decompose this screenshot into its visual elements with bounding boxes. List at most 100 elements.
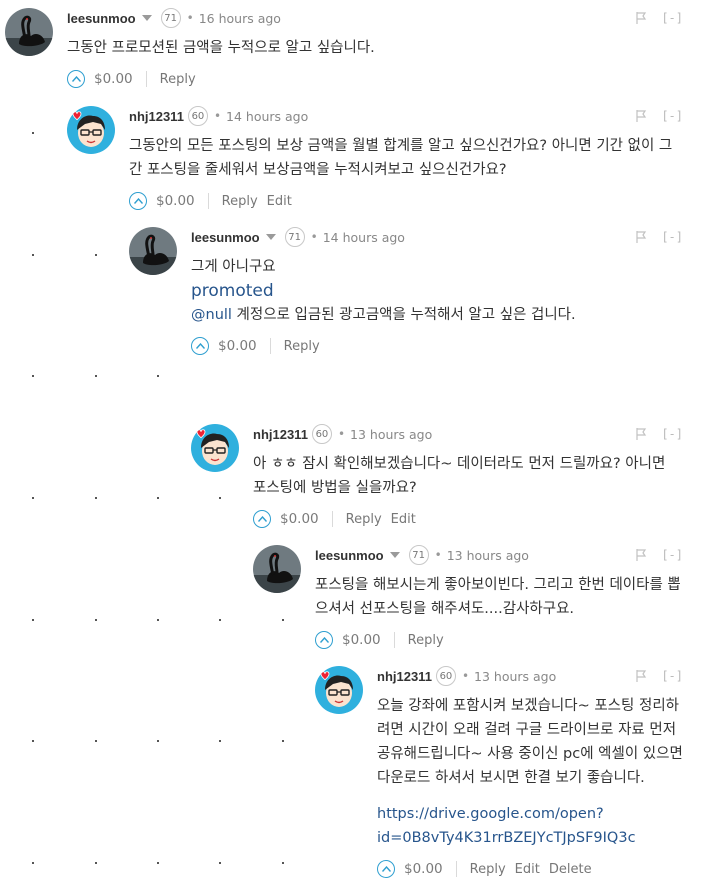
- comment-footer: $0.00 Reply: [191, 335, 683, 357]
- flag-icon[interactable]: [636, 12, 647, 24]
- comment-paragraph: 아 ㅎㅎ 잠시 확인해보겠습니다~ 데이터라도 먼저 드릴까요? 아니면 포스팅…: [253, 456, 666, 496]
- divider: [331, 511, 333, 527]
- author-name[interactable]: leesunmoo: [191, 230, 260, 245]
- timestamp[interactable]: 13 hours ago: [350, 427, 432, 442]
- separator-dot: •: [434, 548, 442, 562]
- timestamp[interactable]: 13 hours ago: [474, 669, 556, 684]
- comment-footer: $0.00 Reply: [67, 68, 683, 90]
- black-swan-avatar-icon: [5, 8, 53, 56]
- flag-icon[interactable]: [636, 549, 647, 561]
- separator-dot: •: [337, 427, 346, 441]
- caret-down-icon[interactable]: [389, 552, 400, 558]
- timestamp[interactable]: 14 hours ago: [323, 230, 405, 245]
- comment-body: leesunmoo 71 • 16 hours ago [-] 그동안 프로모션…: [67, 8, 683, 90]
- mention-text: 계정으로 입금된 광고금액을 누적해서 알고 싶은 겁니다.: [231, 307, 576, 323]
- separator-dot: •: [461, 669, 470, 683]
- payout-value[interactable]: $0.00: [94, 71, 133, 87]
- upvote-icon[interactable]: [253, 510, 271, 528]
- avatar[interactable]: [129, 227, 177, 275]
- reply-link[interactable]: Reply: [160, 72, 196, 87]
- upvote-icon[interactable]: [129, 192, 147, 210]
- comment-paragraph: @null 계정으로 입금된 광고금액을 누적해서 알고 싶은 겁니다.: [191, 303, 683, 327]
- author-name[interactable]: leesunmoo: [67, 11, 136, 26]
- avatar[interactable]: [315, 666, 363, 714]
- timestamp[interactable]: 14 hours ago: [226, 109, 308, 124]
- collapse-toggle[interactable]: [-]: [661, 548, 683, 562]
- comment-header-actions: [-]: [636, 8, 683, 28]
- divider: [269, 338, 271, 354]
- comment-paragraph: 그동안 프로모션된 금액을 누적으로 알고 싶습니다.: [67, 40, 375, 56]
- flag-icon[interactable]: [636, 110, 647, 122]
- delete-link[interactable]: Delete: [549, 862, 592, 877]
- payout-value[interactable]: $0.00: [218, 338, 257, 354]
- drive-link-line-1[interactable]: https://drive.google.com/open?: [377, 806, 604, 822]
- comment-text: 아 ㅎㅎ 잠시 확인해보겠습니다~ 데이터라도 먼저 드릴까요? 아니면 포스팅…: [253, 452, 683, 500]
- collapse-toggle[interactable]: [-]: [661, 669, 683, 683]
- comment-footer: $0.00 Reply: [315, 629, 683, 651]
- separator-dot: •: [310, 230, 318, 244]
- reputation-badge: 71: [284, 227, 305, 247]
- comment-header: nhj12311 60 • 13 hours ago: [253, 424, 683, 444]
- upvote-icon[interactable]: [67, 70, 85, 88]
- timestamp[interactable]: 13 hours ago: [447, 548, 529, 563]
- reputation-badge: 71: [160, 8, 181, 28]
- comment-header: leesunmoo 71 • 14 hours ago: [191, 227, 683, 247]
- payout-value[interactable]: $0.00: [280, 511, 319, 527]
- comment-footer: $0.00 Reply Edit: [253, 508, 683, 530]
- comment-header: leesunmoo 71 • 16 hours ago: [67, 8, 683, 28]
- reply-link[interactable]: Reply: [284, 339, 320, 354]
- reply-link[interactable]: Reply: [346, 512, 382, 527]
- avatar[interactable]: [5, 8, 53, 56]
- author-name[interactable]: leesunmoo: [315, 548, 384, 563]
- comment-header-actions: [-]: [636, 424, 683, 444]
- avatar[interactable]: [253, 545, 301, 593]
- collapse-toggle[interactable]: [-]: [661, 427, 683, 441]
- avatar[interactable]: [191, 424, 239, 472]
- author-name[interactable]: nhj12311: [253, 427, 308, 442]
- avatar[interactable]: [67, 106, 115, 154]
- comment-header-actions: [-]: [636, 666, 683, 686]
- user-mention-link[interactable]: @null: [191, 307, 232, 323]
- reputation-badge: 60: [311, 424, 332, 444]
- upvote-icon[interactable]: [315, 631, 333, 649]
- divider: [145, 71, 147, 87]
- collapse-toggle[interactable]: [-]: [661, 11, 683, 25]
- author-name[interactable]: nhj12311: [129, 109, 184, 124]
- collapse-toggle[interactable]: [-]: [661, 109, 683, 123]
- separator-dot: •: [186, 11, 194, 25]
- drive-link-line-2[interactable]: id=0B8vTy4K31rrBZEJYcTJpSF9IQ3c: [377, 830, 636, 846]
- payout-value[interactable]: $0.00: [156, 193, 195, 209]
- flag-icon[interactable]: [636, 670, 647, 682]
- black-swan-avatar-icon: [129, 227, 177, 275]
- comment-header-actions: [-]: [636, 545, 683, 565]
- cartoon-boy-avatar-icon: [315, 666, 363, 714]
- comment-text: 오늘 강좌에 포함시켜 보겠습니다~ 포스팅 정리하려면 시간이 오래 걸려 구…: [377, 694, 683, 850]
- flag-icon[interactable]: [636, 231, 647, 243]
- comment-paragraph: 오늘 강좌에 포함시켜 보겠습니다~ 포스팅 정리하려면 시간이 오래 걸려 구…: [377, 698, 683, 786]
- caret-down-icon[interactable]: [265, 234, 276, 240]
- collapse-toggle[interactable]: [-]: [661, 230, 683, 244]
- comment-text: 포스팅을 해보시는게 좋아보이빈다. 그리고 한번 데이타를 뽑으셔서 선포스팅…: [315, 573, 683, 621]
- reply-link[interactable]: Reply: [408, 633, 444, 648]
- timestamp[interactable]: 16 hours ago: [199, 11, 281, 26]
- cartoon-boy-avatar-icon: [67, 106, 115, 154]
- payout-value[interactable]: $0.00: [404, 861, 443, 877]
- comment-header: leesunmoo 71 • 13 hours ago: [315, 545, 683, 565]
- upvote-icon[interactable]: [191, 337, 209, 355]
- author-name[interactable]: nhj12311: [377, 669, 432, 684]
- edit-link[interactable]: Edit: [515, 862, 540, 877]
- edit-link[interactable]: Edit: [267, 194, 292, 209]
- reply-link[interactable]: Reply: [470, 862, 506, 877]
- reply-link[interactable]: Reply: [222, 194, 258, 209]
- edit-link[interactable]: Edit: [391, 512, 416, 527]
- cartoon-boy-avatar-icon: [191, 424, 239, 472]
- promoted-heading: promoted: [191, 281, 274, 301]
- payout-value[interactable]: $0.00: [342, 632, 381, 648]
- reputation-badge: 60: [187, 106, 208, 126]
- caret-down-icon[interactable]: [141, 15, 152, 21]
- flag-icon[interactable]: [636, 428, 647, 440]
- comment-paragraph: 그동안의 모든 포스팅의 보상 금액을 월별 합계를 알고 싶으신건가요? 아니…: [129, 138, 673, 178]
- upvote-icon[interactable]: [377, 860, 395, 878]
- comment-body: nhj12311 60 • 13 hours ago [-] 오늘 강좌에 포함…: [377, 666, 683, 880]
- comment-footer: $0.00 Reply Edit Delete: [377, 858, 683, 880]
